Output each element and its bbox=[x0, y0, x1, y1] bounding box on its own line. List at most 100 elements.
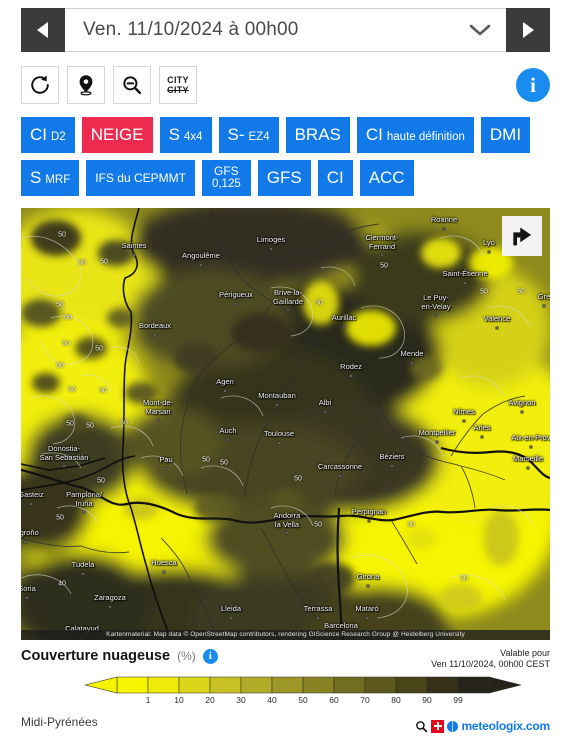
isoline-value-label: 50 bbox=[56, 301, 64, 309]
legend-tick-label: 1 bbox=[145, 695, 151, 705]
brand-group[interactable]: meteologix.com bbox=[415, 719, 550, 733]
legend-title: Couverture nuageuse bbox=[21, 648, 171, 664]
isoline-value-label: 50 bbox=[99, 387, 107, 395]
map-city-marker bbox=[342, 325, 346, 328]
toggle-city-labels-button[interactable]: CITY CITY bbox=[159, 66, 197, 104]
legend-validity-time: Ven 11/10/2024, 00h00 CEST bbox=[431, 659, 550, 669]
legend-color-swatch bbox=[209, 676, 242, 694]
map-city-label: Lleida bbox=[220, 604, 242, 613]
info-button[interactable]: i bbox=[516, 68, 550, 102]
weather-map[interactable]: Saintes Angoulême Limoges Roanne Clermont- F… bbox=[21, 208, 550, 640]
isoline-value-label: 40 bbox=[58, 580, 66, 588]
chevron-down-icon bbox=[469, 24, 491, 36]
chip-main-label: GFS bbox=[266, 168, 302, 187]
map-city-marker bbox=[285, 531, 289, 535]
chip-main-label: ACC bbox=[368, 168, 405, 187]
legend-info-button[interactable]: i bbox=[202, 648, 218, 664]
location-pin-icon bbox=[79, 75, 93, 96]
chip-main-label: IFS du CEPMMT bbox=[95, 171, 186, 185]
chip-sub-label: MRF bbox=[45, 174, 71, 186]
map-city-label: Avignon bbox=[508, 398, 536, 407]
model-chip-s-mrf[interactable]: S MRF bbox=[21, 160, 80, 196]
model-chip-gfs[interactable]: GFS bbox=[257, 160, 311, 196]
previous-date-button[interactable] bbox=[21, 8, 65, 52]
map-city-marker bbox=[229, 616, 233, 619]
map-city-marker bbox=[316, 616, 320, 619]
map-city-marker bbox=[435, 440, 439, 443]
map-city-marker bbox=[269, 247, 273, 250]
legend-tick-labels: 1 10 20 30 40 50 60 70 80 90 99 bbox=[21, 695, 550, 709]
legend-validity: Valable pour Ven 11/10/2024, 00h00 CEST bbox=[431, 648, 550, 670]
map-city-label: Aix-en-Prov bbox=[511, 433, 550, 442]
brand-name[interactable]: meteologix.com bbox=[461, 719, 550, 733]
legend-color-swatch bbox=[147, 676, 180, 694]
model-chip-row-primary: CI D2 NEIGE S 4x4 S- EZ4 BRAS CI haute définition… bbox=[21, 117, 550, 153]
model-chip-s-ez4[interactable]: S- EZ4 bbox=[218, 117, 279, 153]
date-select[interactable]: Ven. 11/10/2024 à 00h00 bbox=[65, 8, 506, 52]
isoline-value-label: 50 bbox=[120, 419, 128, 427]
share-button[interactable] bbox=[502, 216, 542, 256]
chip-main-label: CI bbox=[326, 168, 344, 187]
map-city-marker bbox=[410, 361, 414, 364]
map-city-label: Saint-Étienne bbox=[442, 269, 488, 278]
chip-main-label: DMI bbox=[489, 125, 522, 144]
isoline-value-label: 50 bbox=[100, 258, 108, 266]
legend-color-swatch bbox=[302, 676, 335, 694]
model-chip-acc[interactable]: ACC bbox=[359, 160, 414, 196]
map-city-marker bbox=[542, 304, 546, 307]
map-city-marker bbox=[366, 584, 370, 587]
model-chip-neige[interactable]: NEIGE bbox=[81, 117, 153, 153]
map-city-label: Nîmes bbox=[453, 407, 475, 416]
map-city-marker bbox=[442, 227, 446, 230]
location-button[interactable] bbox=[67, 66, 105, 104]
isoline-value-label: 50 bbox=[97, 477, 105, 485]
date-navigator: Ven. 11/10/2024 à 00h00 bbox=[21, 8, 550, 52]
legend-color-swatch bbox=[178, 676, 211, 694]
chevron-left-icon bbox=[37, 22, 48, 38]
next-date-button[interactable] bbox=[506, 8, 550, 52]
model-chip-dmi[interactable]: DMI bbox=[480, 117, 531, 153]
legend-tick-label: 90 bbox=[422, 695, 432, 705]
map-city-marker bbox=[223, 389, 227, 392]
model-chip-bras[interactable]: BRAS bbox=[285, 117, 350, 153]
model-chip-ifs-du-cepmmt[interactable]: IFS du CEPMMT bbox=[86, 160, 195, 196]
refresh-button[interactable] bbox=[21, 66, 59, 104]
map-city-label: Mont-de- Marsan bbox=[142, 398, 174, 416]
model-chip-gfs-0-125[interactable]: GFS 0,125 bbox=[201, 160, 251, 196]
map-city-label: Périgueux bbox=[219, 290, 253, 299]
legend-tick-label: 20 bbox=[205, 695, 215, 705]
model-chip-ci-haute-d-finition[interactable]: CI haute définition bbox=[356, 117, 474, 153]
map-city-label: Auch bbox=[219, 426, 237, 435]
map-city-marker bbox=[526, 466, 530, 469]
map-city-label: Huesca bbox=[151, 558, 177, 567]
map-city-label: Carcassonne bbox=[317, 462, 363, 471]
swiss-flag-icon bbox=[431, 719, 445, 733]
legend-tick-label: 40 bbox=[267, 695, 277, 705]
map-city-marker bbox=[463, 281, 467, 284]
date-select-value: Ven. 11/10/2024 à 00h00 bbox=[83, 19, 299, 40]
city-label-on: CITY bbox=[167, 74, 189, 85]
legend-tick-label: 10 bbox=[174, 695, 184, 705]
map-city-marker bbox=[108, 605, 112, 608]
legend-color-swatch bbox=[364, 676, 397, 694]
zoom-out-button[interactable] bbox=[113, 66, 151, 104]
map-city-label: Toulouse bbox=[263, 429, 295, 438]
legend-validity-label: Valable pour bbox=[500, 648, 550, 658]
model-chip-ci-d2[interactable]: CI D2 bbox=[21, 117, 75, 153]
legend-tick-label: 80 bbox=[391, 695, 401, 705]
map-city-label: Agen bbox=[216, 377, 234, 386]
map-city-label: Logroño bbox=[21, 528, 39, 537]
map-city-label: Arles bbox=[473, 423, 491, 432]
search-icon[interactable] bbox=[415, 720, 428, 733]
map-city-marker bbox=[390, 464, 394, 467]
chip-main-label: CI bbox=[30, 125, 47, 144]
map-city-marker bbox=[62, 464, 66, 468]
legend-colorbar-svg bbox=[84, 676, 522, 694]
isoline-value-label: 50 bbox=[56, 514, 64, 522]
model-chip-s-4x4[interactable]: S 4x4 bbox=[159, 117, 212, 153]
map-city-label: Mataró bbox=[355, 604, 379, 613]
map-city-label: Girona bbox=[356, 572, 380, 581]
isoline-value-label: 50 bbox=[66, 420, 74, 428]
model-chip-ci[interactable]: CI bbox=[317, 160, 353, 196]
map-city-label: Albi bbox=[318, 398, 332, 407]
